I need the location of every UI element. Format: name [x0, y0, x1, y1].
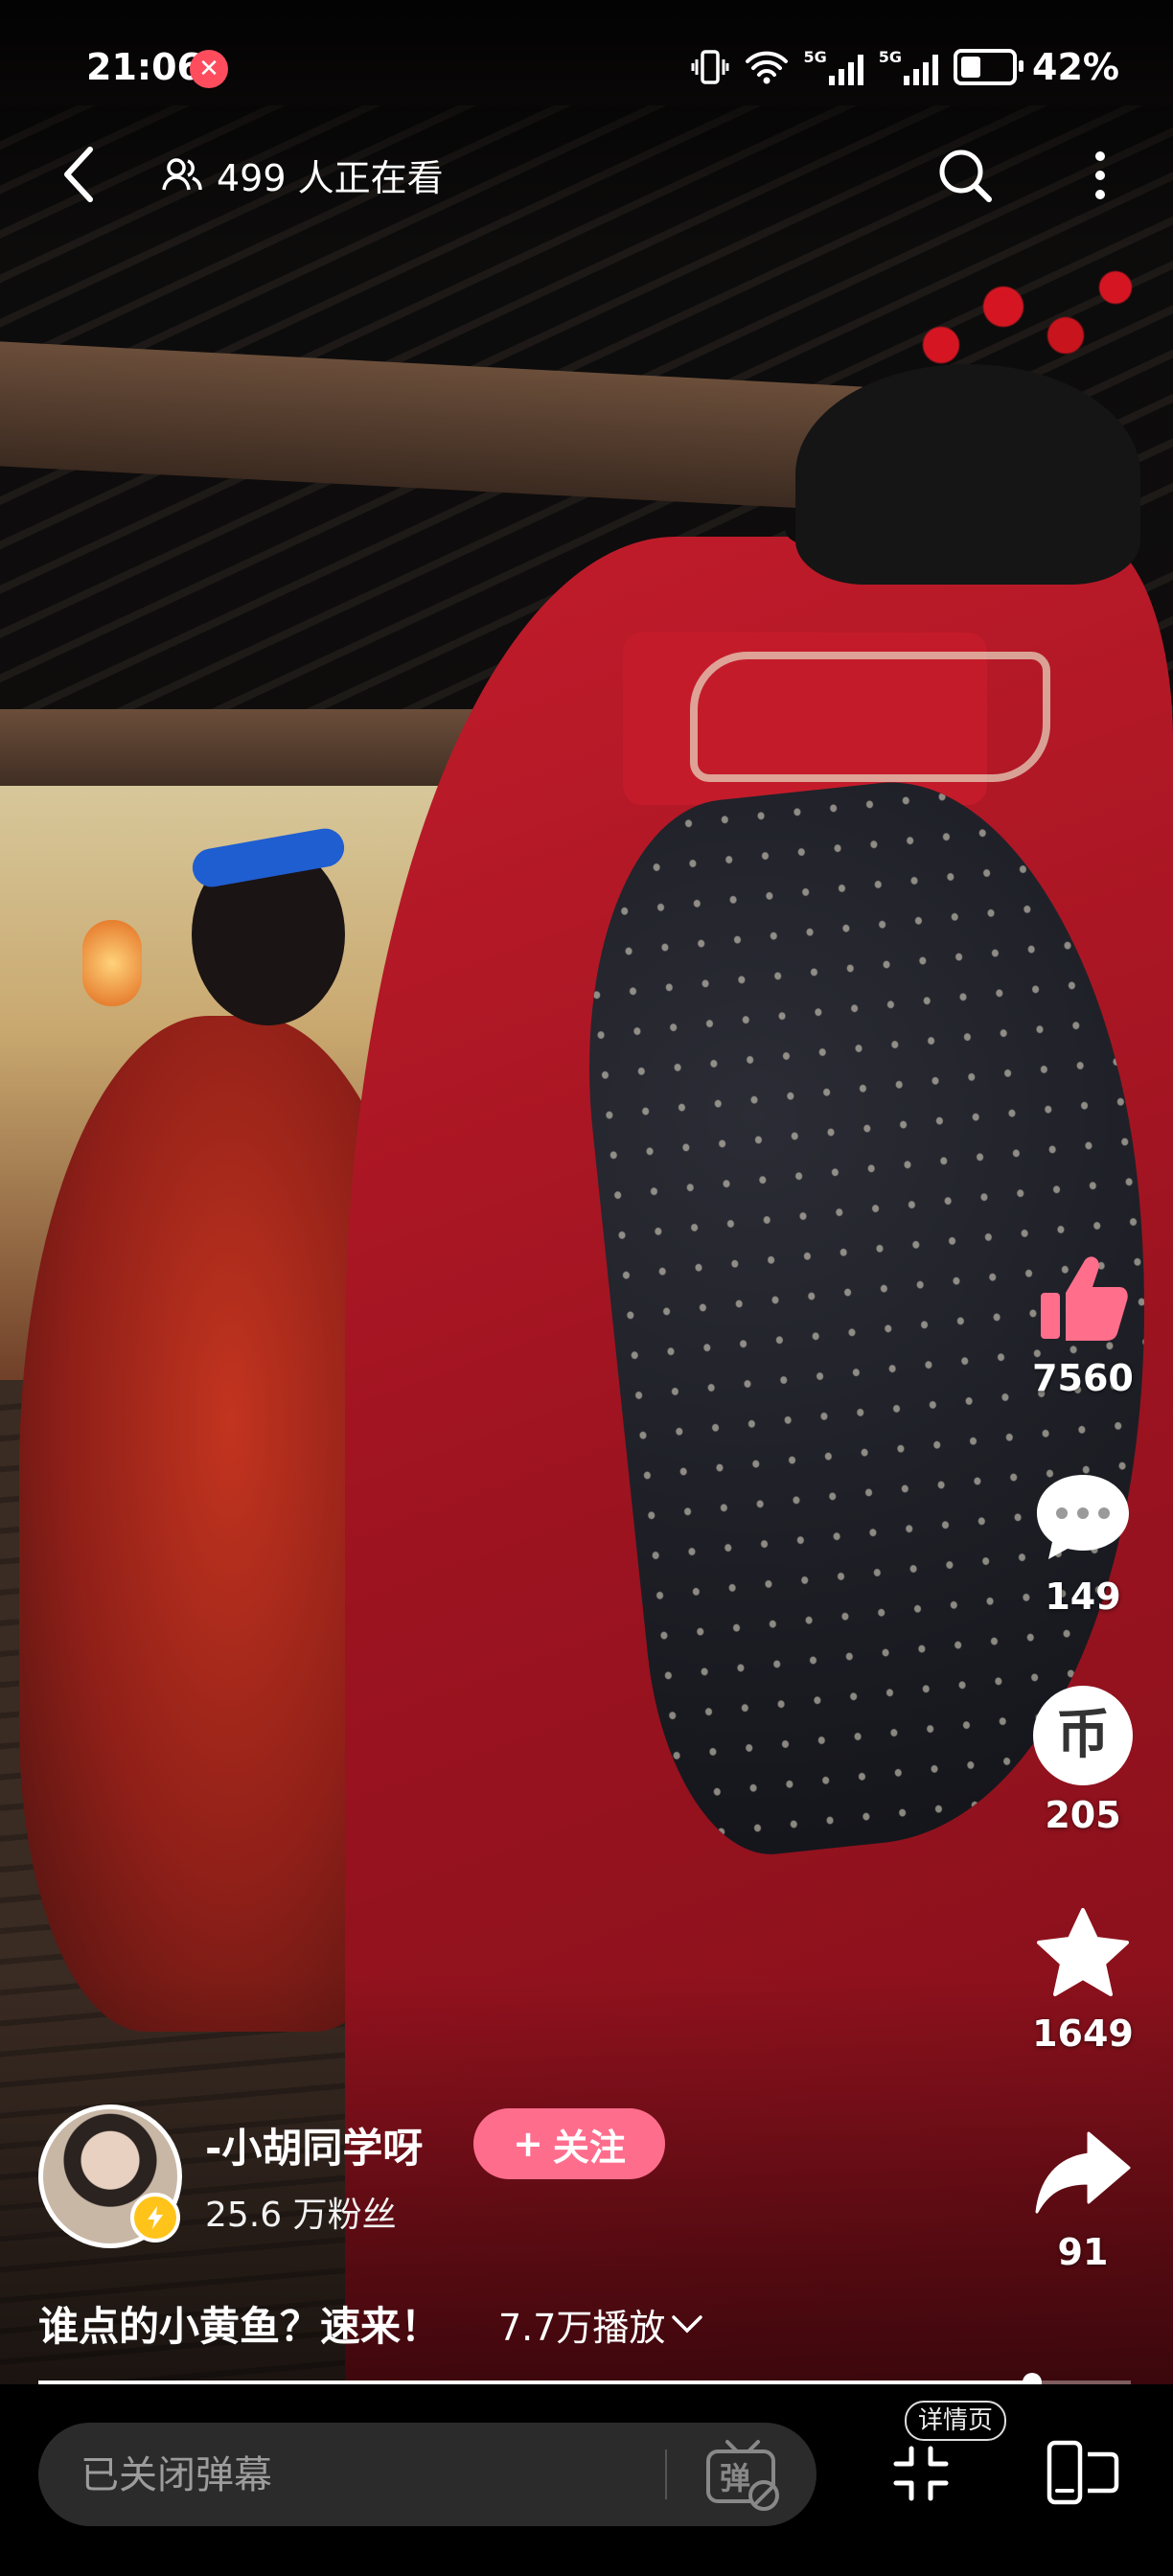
author-name[interactable]: -小胡同学呀 [205, 2116, 423, 2174]
coin-count: 205 [1045, 1794, 1121, 1836]
status-time: 21:06 [86, 46, 202, 88]
search-button[interactable] [932, 142, 999, 209]
coin-icon: 币 [1033, 1686, 1133, 1785]
battery-icon [954, 49, 1024, 85]
plus-icon: + [513, 2123, 543, 2165]
share-count: 91 [1057, 2231, 1109, 2273]
more-vertical-icon [1095, 151, 1105, 199]
star-icon [1037, 1908, 1129, 1996]
back-button[interactable] [50, 134, 107, 215]
signal-icon: 5G [879, 48, 939, 87]
follow-label: 关注 [552, 2126, 626, 2169]
collapse-icon [893, 2446, 949, 2501]
video-flowers [891, 230, 1140, 422]
danmu-toggle-glyph: 弹 [720, 2460, 750, 2496]
video-embroidery [690, 652, 1050, 782]
live-viewers: 499 人正在看 [161, 146, 444, 203]
comment-count: 149 [1045, 1576, 1121, 1618]
verified-badge-icon [130, 2193, 180, 2242]
danmu-input[interactable] [38, 2423, 696, 2528]
video-lantern [82, 920, 142, 1006]
detail-page-chip[interactable]: 详情页 [905, 2401, 1007, 2441]
x-badge-icon: ✕ [190, 50, 228, 88]
comment-icon [1037, 1475, 1129, 1559]
system-icons: 5G 5G 42% [691, 46, 1119, 88]
follow-button[interactable]: + 关注 [473, 2108, 665, 2179]
comment-button[interactable]: 149 [1016, 1464, 1150, 1618]
play-count: 7.7万播放 [498, 2307, 666, 2349]
play-count-toggle[interactable]: 7.7万播放 [498, 2298, 703, 2351]
vibrate-icon [691, 50, 728, 84]
danmu-off-icon: 弹 [706, 2440, 779, 2511]
share-arrow-icon [1035, 2131, 1131, 2214]
chevron-left-icon [64, 147, 93, 202]
search-icon [939, 150, 992, 202]
share-button[interactable]: 91 [1016, 2120, 1150, 2273]
favorite-button[interactable]: 1649 [1016, 1901, 1150, 2055]
users-icon [162, 158, 202, 191]
like-count: 7560 [1032, 1357, 1134, 1399]
wifi-icon [745, 51, 788, 84]
viewers-text: 499 人正在看 [217, 156, 444, 199]
signal-icon: 5G [804, 48, 863, 87]
status-bar: 21:06 ✕ 5G 5G 42% [0, 0, 1173, 134]
coin-button[interactable]: 币 205 [1016, 1683, 1150, 1836]
like-button[interactable]: 7560 [1016, 1246, 1150, 1399]
rotate-screen-icon [1046, 2440, 1119, 2505]
more-options-button[interactable] [1077, 142, 1123, 209]
danmu-toggle-button[interactable]: 弹 [690, 2430, 795, 2518]
divider [665, 2450, 667, 2499]
rotate-screen-button[interactable] [1045, 2434, 1121, 2511]
chevron-down-icon [672, 2314, 703, 2333]
video-title: 谁点的小黄鱼？速来！ [38, 2303, 442, 2350]
exit-fullscreen-button[interactable] [887, 2440, 954, 2507]
thumbs-up-icon [1041, 1256, 1128, 1341]
battery-percent: 42% [1032, 46, 1119, 88]
favorite-count: 1649 [1032, 2012, 1134, 2055]
follower-count: 25.6 万粉丝 [205, 2196, 397, 2235]
